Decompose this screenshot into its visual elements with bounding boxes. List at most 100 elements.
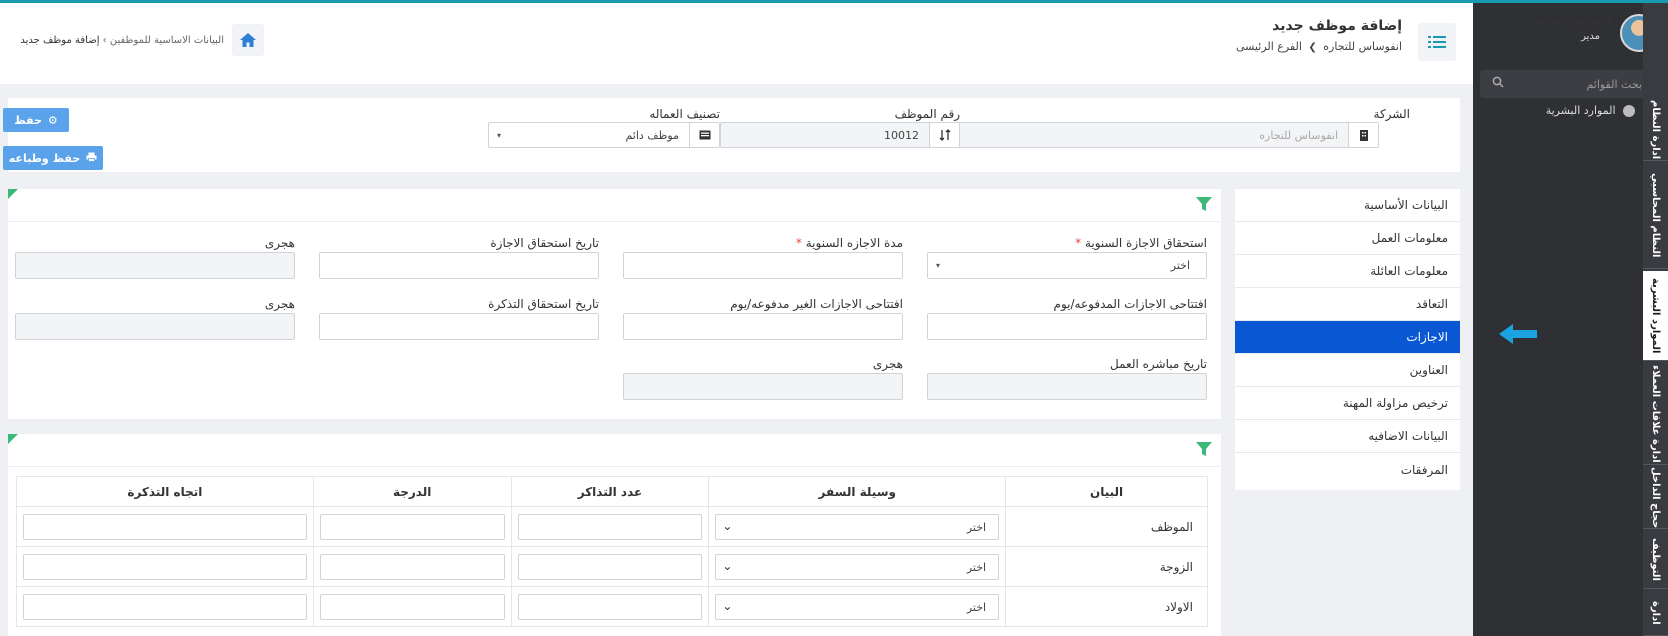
- tab-attachments[interactable]: المرفقات: [1235, 453, 1460, 486]
- panel-corner: [8, 189, 18, 199]
- tab-work-info[interactable]: معلومات العمل: [1235, 222, 1460, 255]
- class-value: موظف دائم: [625, 128, 679, 142]
- vtab-recruitment[interactable]: التوظيف: [1643, 531, 1668, 589]
- hijri-label: هجرى: [264, 297, 295, 311]
- tab-addresses[interactable]: العناوين: [1235, 354, 1460, 387]
- table-header-row: اتجاه التذكرة الدرجة عدد التذاكر وسيلة ا…: [16, 476, 1208, 507]
- filter-icon[interactable]: [1196, 197, 1212, 211]
- panel-divider: [8, 221, 1221, 222]
- panel-divider: [8, 466, 1221, 467]
- ticket-count-input[interactable]: [517, 553, 703, 580]
- ticket-due-hijri-field[interactable]: [15, 313, 295, 340]
- annual-duration-text: مدة الاجازه السنوية: [805, 236, 903, 250]
- menu-toggle-button[interactable]: [1418, 23, 1456, 61]
- arrow-left-icon: [1499, 324, 1537, 344]
- annual-duration-label: * مدة الاجازه السنوية: [700, 236, 903, 250]
- sort-icon[interactable]: [929, 123, 959, 147]
- hijri-label: هجرى: [264, 236, 295, 250]
- filter-icon[interactable]: [1196, 442, 1212, 456]
- class-input[interactable]: [319, 513, 505, 540]
- vtab-crm[interactable]: ادارة علاقات العملاء: [1643, 363, 1668, 465]
- vtab-admin[interactable]: ادارة: [1643, 591, 1668, 636]
- annual-entitlement-label: * استحقاق الاجازة السنوية: [1000, 236, 1207, 250]
- opening-unpaid-label: افتتاحى الاجازات الغير مدفوعه/يوم: [730, 297, 903, 311]
- col-header-direction: اتجاه التذكرة: [16, 476, 314, 507]
- tab-leaves[interactable]: الاجازات: [1235, 321, 1460, 354]
- direction-input[interactable]: [23, 593, 307, 620]
- vtab-system-admin[interactable]: ادارة النظام: [1643, 99, 1668, 161]
- breadcrumb-current: إضافة موظف جديد: [20, 35, 100, 46]
- building-icon: [1348, 123, 1378, 147]
- sidebar-item-label: الموارد البشرية: [1545, 104, 1616, 117]
- employee-no-field[interactable]: 10012: [720, 122, 960, 148]
- save-print-label: حفظ وطباعه: [8, 151, 81, 165]
- col-header-class: الدرجة: [312, 476, 512, 507]
- caret-down-icon: ▾: [936, 261, 941, 270]
- caret-down-icon: ▾: [497, 130, 502, 140]
- required-mark: *: [795, 236, 802, 250]
- direction-input[interactable]: [23, 513, 307, 540]
- class-input[interactable]: [319, 553, 505, 580]
- ticket-due-date-input[interactable]: [319, 313, 599, 340]
- ticket-due-date-label: تاريخ استحقاق التذكرة: [488, 297, 599, 311]
- leave-due-hijri-field[interactable]: [15, 252, 295, 279]
- gear-icon: ⚙: [47, 113, 58, 127]
- work-start-label: تاريخ مباشره العمل: [1110, 357, 1207, 371]
- leave-due-date-input[interactable]: [319, 252, 599, 279]
- row-label: الموظف: [1005, 506, 1208, 547]
- tab-contract[interactable]: التعاقد: [1235, 288, 1460, 321]
- vertical-module-tabs: ادارة النظام النظام المحاسبي الموارد الب…: [1643, 3, 1668, 636]
- annual-entitlement-select[interactable]: اختر ▾: [927, 252, 1207, 279]
- table-row: ⌄ اختر الاولاد: [16, 586, 1208, 627]
- work-start-date-field[interactable]: [927, 373, 1207, 400]
- tab-basic-data[interactable]: البيانات الأساسية: [1235, 189, 1460, 222]
- info-icon: [1623, 105, 1635, 117]
- search-icon: [1492, 76, 1504, 88]
- sidebar-search: [1480, 70, 1662, 98]
- save-print-button[interactable]: حفظ وطباعه: [3, 146, 103, 170]
- company-name: انفوساس للتجاره: [1323, 40, 1402, 53]
- class-label: تصنيف العماله: [649, 107, 720, 121]
- annual-entitlement-value: اختر: [1170, 259, 1190, 272]
- breadcrumb: البيانات الاساسية للموظفين › إضافة موظف …: [14, 35, 224, 46]
- home-button[interactable]: [232, 24, 264, 56]
- ticket-count-input[interactable]: [517, 513, 703, 540]
- breadcrumb-separator: ›: [99, 35, 107, 46]
- ticket-count-input[interactable]: [517, 593, 703, 620]
- tab-license[interactable]: ترخيص مزاولة المهنة: [1235, 387, 1460, 420]
- vtab-hr[interactable]: الموارد البشرية: [1643, 271, 1668, 361]
- travel-mode-select[interactable]: ⌄ اختر: [715, 513, 1000, 540]
- save-label: حفظ: [14, 113, 42, 127]
- travel-mode-select[interactable]: ⌄ اختر: [715, 553, 1000, 580]
- row-label: الاولاد: [1005, 586, 1208, 627]
- save-button[interactable]: حفظ ⚙: [3, 108, 69, 132]
- opening-paid-input[interactable]: [927, 313, 1207, 340]
- opening-unpaid-input[interactable]: [623, 313, 903, 340]
- annual-duration-input[interactable]: [623, 252, 903, 279]
- chevron-icon: ❯: [1308, 42, 1317, 53]
- vtab-pilgrims[interactable]: حجاج الداخل: [1643, 467, 1668, 529]
- required-mark: *: [1075, 236, 1082, 250]
- user-name: emam medhat: [1531, 18, 1612, 29]
- row-label: الزوجة: [1005, 546, 1208, 587]
- tab-family-info[interactable]: معلومات العائلة: [1235, 255, 1460, 288]
- vtab-accounting[interactable]: النظام المحاسبي: [1643, 163, 1668, 269]
- direction-input[interactable]: [23, 553, 307, 580]
- table-row: ⌄ اختر الزوجة: [16, 546, 1208, 587]
- col-header-ticket-count: عدد التذاكر: [510, 476, 710, 507]
- class-select[interactable]: موظف دائم ▾: [488, 122, 720, 148]
- company-field[interactable]: انفوساس للتجاره: [945, 122, 1379, 148]
- travel-mode-value: اختر: [966, 560, 987, 574]
- breadcrumb-item[interactable]: البيانات الاساسية للموظفين: [110, 35, 224, 46]
- class-input[interactable]: [319, 593, 505, 620]
- work-start-hijri-field[interactable]: [623, 373, 903, 400]
- tab-additional[interactable]: البيانات الاضافيه: [1235, 420, 1460, 453]
- sidebar-item-hr[interactable]: الموارد البشرية: [1520, 104, 1635, 117]
- company-label: الشركة: [1373, 107, 1410, 121]
- opening-paid-label: افتتاحى الاجازات المدفوعه/يوم: [1053, 297, 1207, 311]
- travel-mode-select[interactable]: ⌄ اختر: [715, 593, 1000, 620]
- travel-mode-value: اختر: [966, 600, 987, 614]
- sidebar-search-input[interactable]: [1510, 74, 1656, 94]
- annual-entitlement-text: استحقاق الاجازة السنوية: [1084, 236, 1207, 250]
- leave-due-date-label: تاريخ استحقاق الاجازة: [490, 236, 599, 250]
